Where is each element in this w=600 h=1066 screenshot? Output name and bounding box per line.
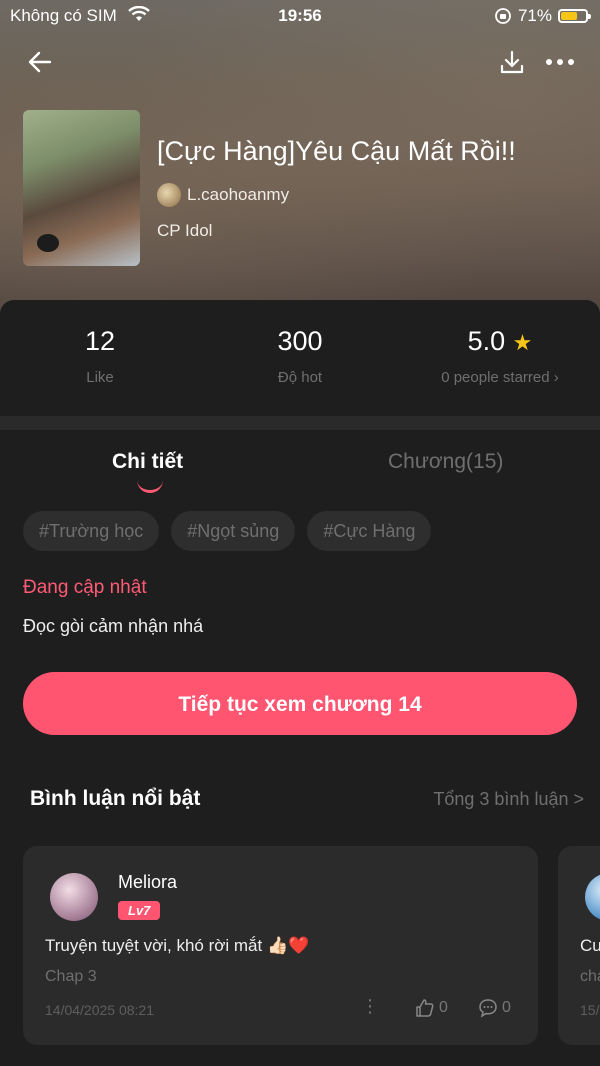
rating-label: 0 people starred	[441, 369, 550, 386]
comment-text: Truyện tuyệt vời, khó rời mắt 👍🏻❤️	[45, 936, 310, 955]
download-icon	[500, 50, 524, 74]
book-title: [Cực Hàng]Yêu Cậu Mất Rồi!!	[157, 136, 516, 166]
likes-count: 12	[84, 326, 116, 356]
stats-row: 12 Like 300 Độ hot 5.0 ★ 0 people starre…	[0, 300, 600, 416]
comment-card[interactable]: Meliora Lv7 Truyện tuyệt vời, khó rời mắ…	[23, 846, 538, 1045]
tag-item[interactable]: #Ngọt sủng	[171, 511, 296, 551]
comment-bubble-icon	[479, 999, 497, 1018]
comment-chapter: Chap 3	[45, 968, 97, 985]
battery-level	[561, 12, 577, 20]
book-cover[interactable]	[23, 110, 140, 266]
comment-reply-button[interactable]: 0	[478, 998, 511, 1018]
author-avatar	[157, 183, 181, 207]
tag-item[interactable]: #Trường học	[23, 511, 160, 551]
comment-more-icon[interactable]: ⋮	[361, 996, 379, 1017]
active-tab-indicator	[137, 480, 163, 493]
battery-icon	[558, 9, 591, 23]
comment-text: Cu	[580, 936, 600, 955]
comment-date: 14/04/2025 08:21	[45, 1002, 154, 1018]
download-button[interactable]	[494, 44, 530, 80]
more-dots-icon	[546, 59, 574, 65]
comment-chapter: cha	[580, 968, 600, 985]
stat-rating[interactable]: 5.0 ★ 0 people starred ›	[400, 326, 600, 386]
hot-label: Độ hot	[277, 369, 323, 386]
section-divider	[0, 416, 600, 430]
thumbs-up-icon	[416, 999, 434, 1017]
rating-value: 5.0	[467, 326, 506, 356]
author-link[interactable]: L.caohoanmy	[157, 183, 289, 207]
detail-panel: 12 Like 300 Độ hot 5.0 ★ 0 people starre…	[0, 300, 600, 1066]
comments-total-link[interactable]: Tổng 3 bình luận >	[433, 789, 584, 810]
battery-percent: 71%	[517, 6, 552, 25]
more-options-button[interactable]	[540, 44, 580, 80]
comment-date: 15/	[580, 1002, 600, 1018]
chat-bubble-icon	[37, 234, 59, 252]
book-description: Đọc gòi cảm nhận nhá	[23, 616, 204, 636]
top-bar	[0, 44, 600, 80]
comment-username[interactable]: Meliora	[118, 872, 177, 893]
comment-card[interactable]: Cu cha 15/	[558, 846, 600, 1045]
chevron-right-icon: ›	[553, 369, 559, 386]
back-arrow-icon	[28, 51, 52, 73]
back-button[interactable]	[22, 44, 58, 80]
continue-reading-button[interactable]: Tiếp tục xem chương 14	[23, 672, 577, 735]
hot-count: 300	[277, 326, 323, 356]
tag-item[interactable]: #Cực Hàng	[307, 511, 432, 551]
likes-label: Like	[86, 369, 114, 386]
book-category[interactable]: CP Idol	[157, 221, 212, 241]
stat-likes: 12 Like	[0, 326, 200, 386]
tab-details[interactable]: Chi tiết	[112, 450, 183, 474]
comment-like-button[interactable]: 0	[415, 998, 448, 1018]
avatar[interactable]	[50, 873, 98, 921]
tag-list: #Trường học #Ngọt sủng #Cực Hàng	[23, 511, 432, 551]
level-badge: Lv7	[118, 901, 161, 920]
rating-label-row: 0 people starred ›	[400, 369, 600, 386]
tab-chapters[interactable]: Chương(15)	[388, 450, 503, 474]
orientation-lock-icon	[495, 8, 511, 24]
star-icon: ★	[512, 330, 533, 355]
status-bar: Không có SIM 19:56 71%	[0, 0, 600, 32]
stat-hot: 300 Độ hot	[200, 326, 400, 386]
comment-reply-count: 0	[502, 999, 511, 1016]
avatar[interactable]	[585, 873, 600, 921]
update-status: Đang cập nhật	[23, 577, 147, 598]
comment-like-count: 0	[439, 999, 448, 1016]
rating-value-row: 5.0 ★	[400, 326, 600, 357]
comments-heading: Bình luận nổi bật	[30, 787, 201, 810]
author-name: L.caohoanmy	[187, 185, 290, 204]
